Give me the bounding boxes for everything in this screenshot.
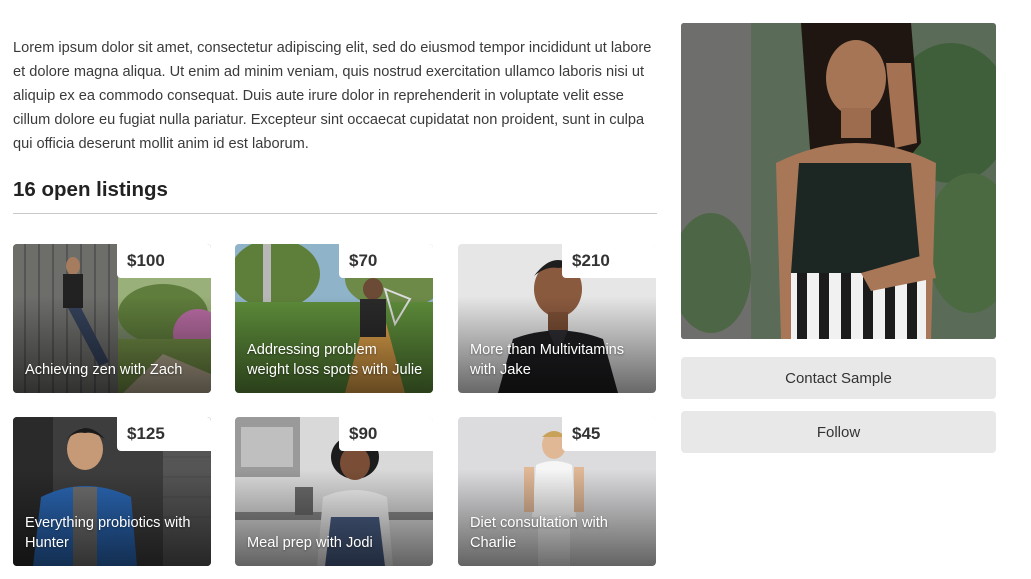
listing-card[interactable]: $90 Meal prep with Jodi: [235, 417, 433, 566]
price-badge: $90: [339, 417, 433, 451]
price-badge: $70: [339, 244, 433, 278]
price-badge: $125: [117, 417, 211, 451]
listing-card[interactable]: $100 Achieving zen with Zach: [13, 244, 211, 393]
listing-card[interactable]: $45 Diet consultation with Charlie: [458, 417, 656, 566]
contact-button[interactable]: Contact Sample: [681, 357, 996, 399]
listing-title: Meal prep with Jodi: [247, 534, 373, 551]
listing-card[interactable]: $70 Addressing problem weight loss spots…: [235, 244, 433, 393]
listing-title: Addressing problem weight loss spots wit…: [247, 342, 423, 378]
listing-title: Diet consultation with Charlie: [470, 515, 608, 551]
listing-card[interactable]: $210 More than Multivitamins with Jake: [458, 244, 656, 393]
listings-divider: [13, 213, 657, 214]
follow-button[interactable]: Follow: [681, 411, 996, 453]
price-badge: $45: [562, 417, 656, 451]
price-badge: $100: [117, 244, 211, 278]
profile-photo: [681, 23, 996, 339]
listing-title: More than Multivitamins with Jake: [470, 342, 625, 378]
profile-bio: Lorem ipsum dolor sit amet, consectetur …: [13, 40, 652, 152]
listings-heading: 16 open listings: [13, 178, 168, 201]
listing-title: Everything probiotics with Hunter: [25, 515, 191, 551]
listing-card[interactable]: $125 Everything probiotics with Hunter: [13, 417, 211, 566]
listing-title: Achieving zen with Zach: [25, 361, 183, 378]
price-badge: $210: [562, 244, 656, 278]
